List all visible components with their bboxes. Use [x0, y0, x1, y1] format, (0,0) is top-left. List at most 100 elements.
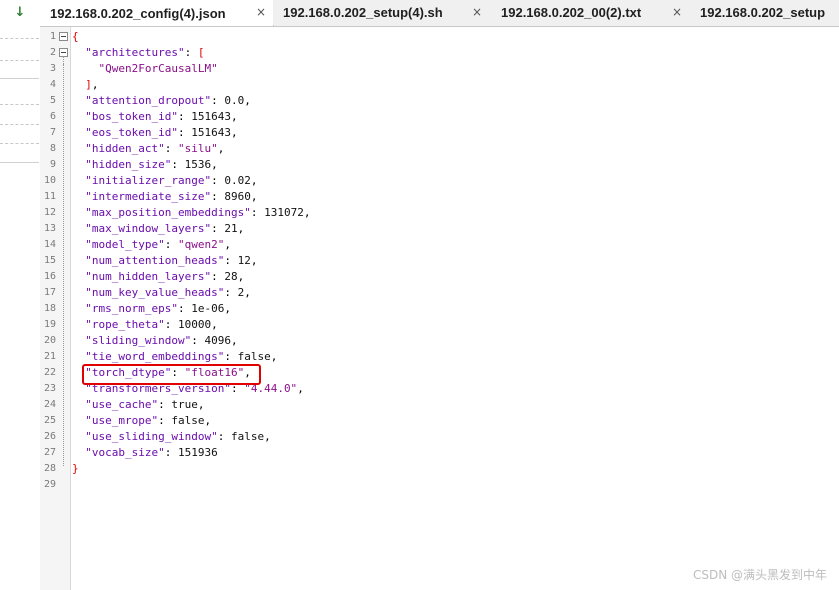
line-number-gutter: 1 2 3 4 5 6 7 8 9 10 11 12 13 14 15 16 17 18 19 20 21 22 23 24 2…	[40, 27, 71, 590]
close-icon[interactable]: ×	[472, 5, 482, 19]
code-token: 4096	[204, 334, 231, 347]
line-number: 20	[43, 335, 56, 346]
code-line: "tie_word_embeddings": false,	[72, 349, 277, 365]
line-number: 2	[49, 47, 56, 58]
line-number: 19	[43, 319, 56, 330]
code-token: "max_position_embeddings"	[85, 206, 251, 219]
line-number: 14	[43, 239, 56, 250]
line-number: 5	[49, 95, 56, 106]
code-editor[interactable]: 1 2 3 4 5 6 7 8 9 10 11 12 13 14 15 16 17 18 19 20 21 22 23 24 2…	[40, 27, 839, 590]
code-token: "architectures"	[85, 46, 185, 59]
code-token: :	[224, 286, 238, 299]
code-token: :	[158, 414, 172, 427]
code-line: ],	[72, 77, 98, 93]
line-number: 18	[43, 303, 56, 314]
down-arrow-icon[interactable]: ↓	[13, 5, 27, 21]
code-line: "max_position_embeddings": 131072,	[72, 205, 310, 221]
code-line: "Qwen2ForCausalLM"	[72, 61, 218, 77]
close-icon[interactable]: ×	[672, 5, 682, 19]
code-token: "sliding_window"	[85, 334, 192, 347]
code-token: "vocab_size"	[85, 446, 165, 459]
line-number: 13	[43, 223, 56, 234]
line-number: 11	[43, 191, 56, 202]
code-token: "silu"	[177, 142, 218, 155]
panel-divider	[0, 60, 39, 61]
code-line: "num_hidden_layers": 28,	[72, 269, 244, 285]
code-line: {	[72, 29, 79, 45]
line-number: 10	[43, 175, 56, 186]
panel-divider	[0, 162, 39, 163]
code-line: "max_window_layers": 21,	[72, 221, 244, 237]
code-token: "num_key_value_heads"	[85, 286, 225, 299]
code-token: 1e-06	[191, 302, 225, 315]
code-token: ,	[217, 142, 225, 155]
code-line: "intermediate_size": 8960,	[72, 189, 257, 205]
code-token: ,	[244, 286, 251, 299]
code-token: "tie_word_embeddings"	[85, 350, 225, 363]
code-token: :	[217, 430, 231, 443]
code-token: ,	[224, 302, 231, 315]
line-number: 4	[49, 79, 56, 90]
close-icon[interactable]: ×	[256, 5, 266, 19]
line-number: 12	[43, 207, 56, 218]
tab-label: 192.168.0.202_00(2).txt	[501, 5, 642, 20]
line-number: 28	[43, 463, 56, 474]
code-token: "bos_token_id"	[85, 110, 178, 123]
code-token: ,	[211, 318, 218, 331]
line-number: 25	[43, 415, 56, 426]
fold-toggle-icon[interactable]	[59, 32, 68, 41]
code-token: :	[164, 142, 178, 155]
code-line: "initializer_range": 0.02,	[72, 173, 257, 189]
line-number: 16	[43, 271, 56, 282]
code-token: :	[184, 46, 198, 59]
code-token: 28	[224, 270, 238, 283]
code-token: :	[211, 270, 225, 283]
code-token: 10000	[177, 318, 212, 331]
code-token: "num_attention_heads"	[85, 254, 225, 267]
code-token: ,	[224, 238, 231, 251]
code-token: "use_sliding_window"	[85, 430, 218, 443]
code-token: ,	[230, 126, 238, 139]
code-token: :	[211, 222, 225, 235]
panel-divider	[0, 78, 39, 79]
code-line: "num_attention_heads": 12,	[72, 253, 257, 269]
code-token: ,	[230, 334, 238, 347]
code-token: 1536	[184, 158, 212, 171]
tab-00-txt[interactable]: 192.168.0.202_00(2).txt ×	[491, 0, 691, 25]
line-number: 23	[43, 383, 56, 394]
line-number: 6	[49, 111, 56, 122]
code-token: "hidden_size"	[85, 158, 172, 171]
code-token: 21	[224, 222, 238, 235]
tab-setup-sh[interactable]: 192.168.0.202_setup(4).sh ×	[273, 0, 492, 25]
code-token: 0.0	[224, 94, 245, 107]
code-token: {	[72, 30, 79, 43]
line-number: 22	[43, 367, 56, 378]
line-number: 24	[43, 399, 56, 410]
code-token: false	[237, 350, 271, 363]
code-token: ,	[264, 430, 271, 443]
code-token: "num_hidden_layers"	[85, 270, 212, 283]
tab-bar: 192.168.0.202_config(4).json × 192.168.0…	[40, 0, 839, 27]
left-side-panel: ↓	[0, 0, 41, 590]
tab-config-json[interactable]: 192.168.0.202_config(4).json ×	[40, 0, 274, 26]
code-token: 0.02	[224, 174, 251, 187]
tab-setup-partial[interactable]: 192.168.0.202_setup	[690, 0, 839, 25]
code-line: "vocab_size": 151936	[72, 445, 217, 461]
code-line: }	[72, 461, 79, 477]
line-number: 21	[43, 351, 56, 362]
code-line: "hidden_act": "silu",	[72, 141, 224, 157]
line-number: 8	[49, 143, 56, 154]
code-line: "use_sliding_window": false,	[72, 429, 271, 445]
watermark: CSDN @满头黑发到中年	[692, 568, 827, 582]
code-token: "initializer_range"	[85, 174, 212, 187]
code-token: "qwen2"	[177, 238, 225, 251]
code-token: :	[164, 318, 178, 331]
